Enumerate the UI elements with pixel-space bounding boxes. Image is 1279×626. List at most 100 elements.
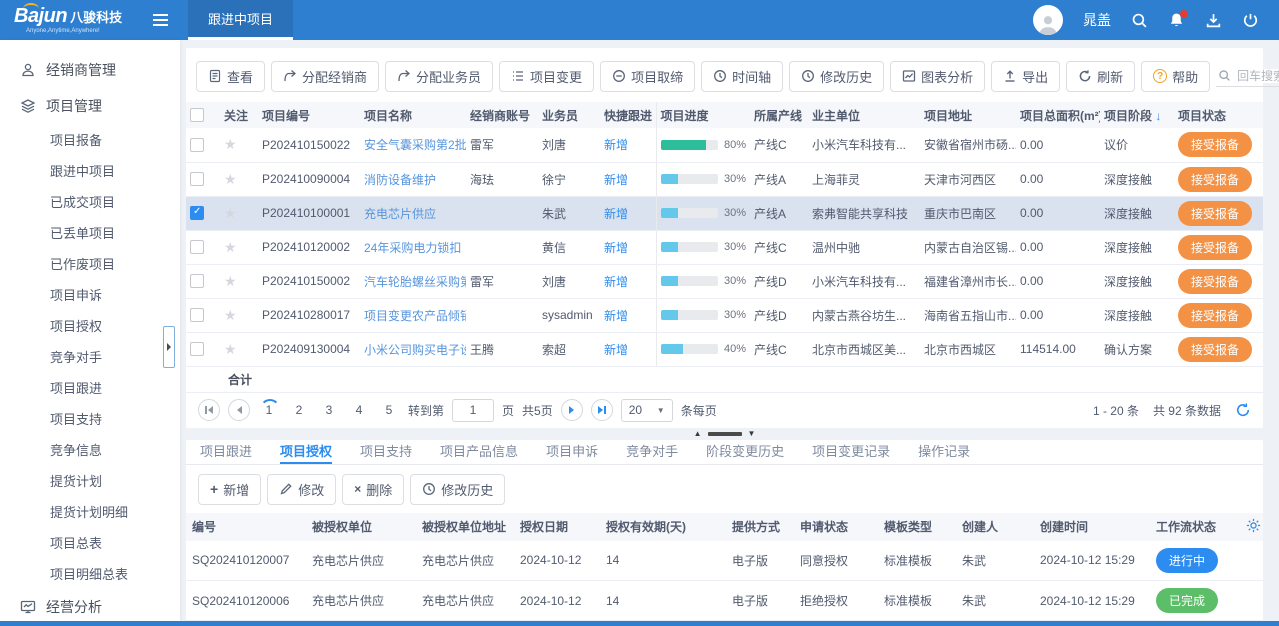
project-name-link[interactable]: 安全气囊采购第2批 <box>364 138 466 152</box>
status-badge[interactable]: 接受报备 <box>1178 201 1252 226</box>
sidebar-subitem-project-follow[interactable]: 项目跟进 <box>0 372 180 403</box>
help-button[interactable]: ? 帮助 <box>1141 61 1210 92</box>
col-auth-code[interactable]: 编号 <box>186 513 306 541</box>
open-tab-following-projects[interactable]: 跟进中项目 <box>188 0 293 40</box>
page-number-current[interactable]: 1 <box>258 399 280 421</box>
next-page-button[interactable] <box>561 399 583 421</box>
table-row[interactable]: ★ P202410150022 安全气囊采购第2批 雷军 刘唐 新增 80% 产… <box>186 128 1263 162</box>
status-badge[interactable]: 接受报备 <box>1178 167 1252 192</box>
sidebar-subitem-closed-projects[interactable]: 已成交项目 <box>0 186 180 217</box>
col-auth-creator[interactable]: 创建人 <box>956 513 1034 541</box>
col-stage[interactable]: 项目阶段 ↓ <box>1100 102 1174 128</box>
splitter-drag-bar[interactable] <box>708 432 742 436</box>
tab-competitors[interactable]: 竞争对手 <box>626 440 678 464</box>
sidebar-subitem-project-support[interactable]: 项目支持 <box>0 403 180 434</box>
user-name[interactable]: 晁盖 <box>1083 10 1111 30</box>
row-checkbox[interactable] <box>190 138 204 152</box>
refresh-button[interactable]: 刷新 <box>1066 61 1135 92</box>
quick-follow-link[interactable]: 新增 <box>604 275 628 289</box>
project-name-link[interactable]: 小米公司购买电子设备... <box>364 343 466 357</box>
splitter-up-icon[interactable]: ▲ <box>694 430 702 438</box>
row-checkbox[interactable] <box>190 308 204 322</box>
tab-project-follow[interactable]: 项目跟进 <box>200 440 252 464</box>
col-dealer[interactable]: 经销商账号 <box>466 102 538 128</box>
search-input[interactable] <box>1237 69 1279 83</box>
tab-stage-change-history[interactable]: 阶段变更历史 <box>706 440 784 464</box>
col-code[interactable]: 项目编号 <box>258 102 360 128</box>
sidebar-subitem-project-detail-summary[interactable]: 项目明细总表 <box>0 558 180 589</box>
sidebar-subitem-competitors[interactable]: 竞争对手 <box>0 341 180 372</box>
col-auth-apply[interactable]: 申请状态 <box>794 513 878 541</box>
status-badge[interactable]: 接受报备 <box>1178 269 1252 294</box>
splitter-down-icon[interactable]: ▼ <box>748 430 756 438</box>
table-row[interactable]: SQ202410120007 充电芯片供应 充电芯片供应 2024-10-12 … <box>186 541 1263 581</box>
sort-desc-icon[interactable]: ↓ <box>1155 109 1161 123</box>
col-auth-date[interactable]: 授权日期 <box>514 513 600 541</box>
sidebar-item-business-analysis[interactable]: 经营分析 <box>0 589 180 621</box>
tab-project-authorization[interactable]: 项目授权 <box>280 440 332 464</box>
sidebar-subitem-competition-info[interactable]: 竞争信息 <box>0 434 180 465</box>
col-progress[interactable]: 项目进度 <box>656 102 750 128</box>
quick-follow-link[interactable]: 新增 <box>604 241 628 255</box>
panel-splitter-handle[interactable]: ▲ ▼ <box>186 428 1263 440</box>
tab-change-records[interactable]: 项目变更记录 <box>812 440 890 464</box>
sidebar-subitem-project-authorization[interactable]: 项目授权 <box>0 310 180 341</box>
add-button[interactable]: + 新增 <box>198 474 261 505</box>
row-checkbox[interactable] <box>190 274 204 288</box>
sidebar-item-project-management[interactable]: 项目管理 <box>0 88 180 124</box>
logout-power-icon[interactable] <box>1242 12 1259 29</box>
sidebar-item-dealer-management[interactable]: 经销商管理 <box>0 52 180 88</box>
row-checkbox[interactable] <box>190 342 204 356</box>
col-owner[interactable]: 业主单位 <box>808 102 920 128</box>
assign-dealer-button[interactable]: 分配经销商 <box>271 61 379 92</box>
workflow-status-badge[interactable]: 已完成 <box>1156 588 1218 613</box>
refresh-icon[interactable] <box>1235 402 1251 418</box>
sidebar-collapse-handle[interactable] <box>163 326 175 368</box>
prev-page-button[interactable] <box>228 399 250 421</box>
status-badge[interactable]: 接受报备 <box>1178 303 1252 328</box>
star-icon[interactable]: ★ <box>224 341 237 357</box>
quick-follow-link[interactable]: 新增 <box>604 343 628 357</box>
notifications-bell-icon[interactable] <box>1168 12 1185 29</box>
row-checkbox-checked[interactable] <box>190 206 204 220</box>
project-name-link[interactable]: 充电芯片供应 <box>364 207 436 221</box>
table-row[interactable]: ★ P202409130004 小米公司购买电子设备... 王腾 索超 新增 4… <box>186 332 1263 366</box>
first-page-button[interactable] <box>198 399 220 421</box>
page-number[interactable]: 3 <box>318 399 340 421</box>
col-address[interactable]: 项目地址 <box>920 102 1016 128</box>
col-line[interactable]: 所属产线 <box>750 102 808 128</box>
export-button[interactable]: 导出 <box>991 61 1060 92</box>
chart-analysis-button[interactable]: 图表分析 <box>890 61 985 92</box>
per-page-select[interactable]: 20▼ <box>621 399 673 422</box>
sidebar-subitem-lost-projects[interactable]: 已丢单项目 <box>0 217 180 248</box>
sidebar-subitem-project-report[interactable]: 项目报备 <box>0 124 180 155</box>
star-icon[interactable]: ★ <box>224 307 237 323</box>
view-button[interactable]: 查看 <box>196 61 265 92</box>
quick-follow-link[interactable]: 新增 <box>604 309 628 323</box>
star-icon[interactable]: ★ <box>224 239 237 255</box>
col-auth-unit-addr[interactable]: 被授权单位地址 <box>416 513 514 541</box>
quick-follow-link[interactable]: 新增 <box>604 138 628 152</box>
col-auth-mode[interactable]: 提供方式 <box>726 513 794 541</box>
status-badge[interactable]: 接受报备 <box>1178 337 1252 362</box>
col-name[interactable]: 项目名称 <box>360 102 466 128</box>
detail-modify-history-button[interactable]: 修改历史 <box>410 474 505 505</box>
page-number[interactable]: 5 <box>378 399 400 421</box>
status-badge[interactable]: 接受报备 <box>1178 132 1252 157</box>
project-ban-button[interactable]: 项目取缔 <box>600 61 695 92</box>
col-sales[interactable]: 业务员 <box>538 102 600 128</box>
table-row[interactable]: ★ P202410150002 汽车轮胎螺丝采购第二批 雷军 刘唐 新增 30%… <box>186 264 1263 298</box>
col-auth-flow[interactable]: 工作流状态 <box>1150 513 1240 541</box>
page-number[interactable]: 4 <box>348 399 370 421</box>
modify-history-button[interactable]: 修改历史 <box>789 61 884 92</box>
star-icon[interactable]: ★ <box>224 136 237 152</box>
hamburger-menu-icon[interactable] <box>140 0 180 40</box>
table-row[interactable]: ★ P202410120002 24年采购电力锁扣 黄信 新增 30% 产线C … <box>186 230 1263 264</box>
sidebar-subitem-delivery-plan[interactable]: 提货计划 <box>0 465 180 496</box>
star-icon[interactable]: ★ <box>224 171 237 187</box>
quick-follow-link[interactable]: 新增 <box>604 207 628 221</box>
tab-operation-records[interactable]: 操作记录 <box>918 440 970 464</box>
edit-button[interactable]: 修改 <box>267 474 336 505</box>
workflow-status-badge[interactable]: 进行中 <box>1156 548 1218 573</box>
col-quick[interactable]: 快捷跟进 <box>600 102 656 128</box>
